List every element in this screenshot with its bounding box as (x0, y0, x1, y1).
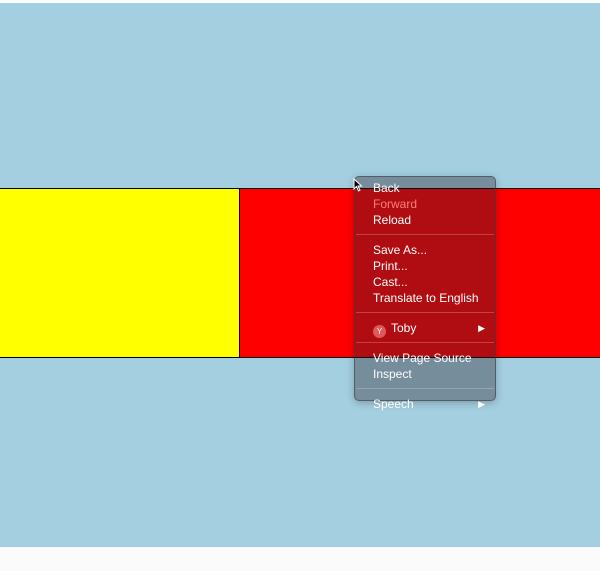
submenu-arrow-icon: ▶ (478, 399, 485, 409)
menu-item-toby[interactable]: Y Toby ▶ (355, 320, 495, 338)
menu-item-print[interactable]: Print... (355, 258, 495, 274)
menu-item-view-page-source[interactable]: View Page Source (355, 350, 495, 366)
menu-item-back[interactable]: Back (355, 180, 495, 196)
toby-extension-icon: Y (373, 325, 386, 338)
menu-item-inspect[interactable]: Inspect (355, 366, 495, 382)
submenu-arrow-icon: ▶ (478, 323, 485, 333)
mouse-cursor-icon (353, 178, 363, 192)
menu-item-forward: Forward (373, 197, 418, 211)
menu-separator (356, 388, 494, 389)
menu-item-translate[interactable]: Translate to English (355, 290, 495, 306)
menu-item-speech[interactable]: Speech ▶ (355, 396, 495, 412)
menu-item-reload[interactable]: Reload (355, 212, 495, 228)
menu-item-label: Speech (373, 397, 414, 411)
menu-separator (356, 342, 494, 343)
menu-item-save-as[interactable]: Save As... (355, 242, 495, 258)
menu-item-label: Toby (391, 321, 417, 335)
menu-separator (356, 312, 494, 313)
menu-item-cast[interactable]: Cast... (355, 274, 495, 290)
yellow-box (0, 188, 240, 358)
context-menu: Back Forward Reload Save As... Print... … (354, 176, 496, 411)
menu-separator (356, 234, 494, 235)
